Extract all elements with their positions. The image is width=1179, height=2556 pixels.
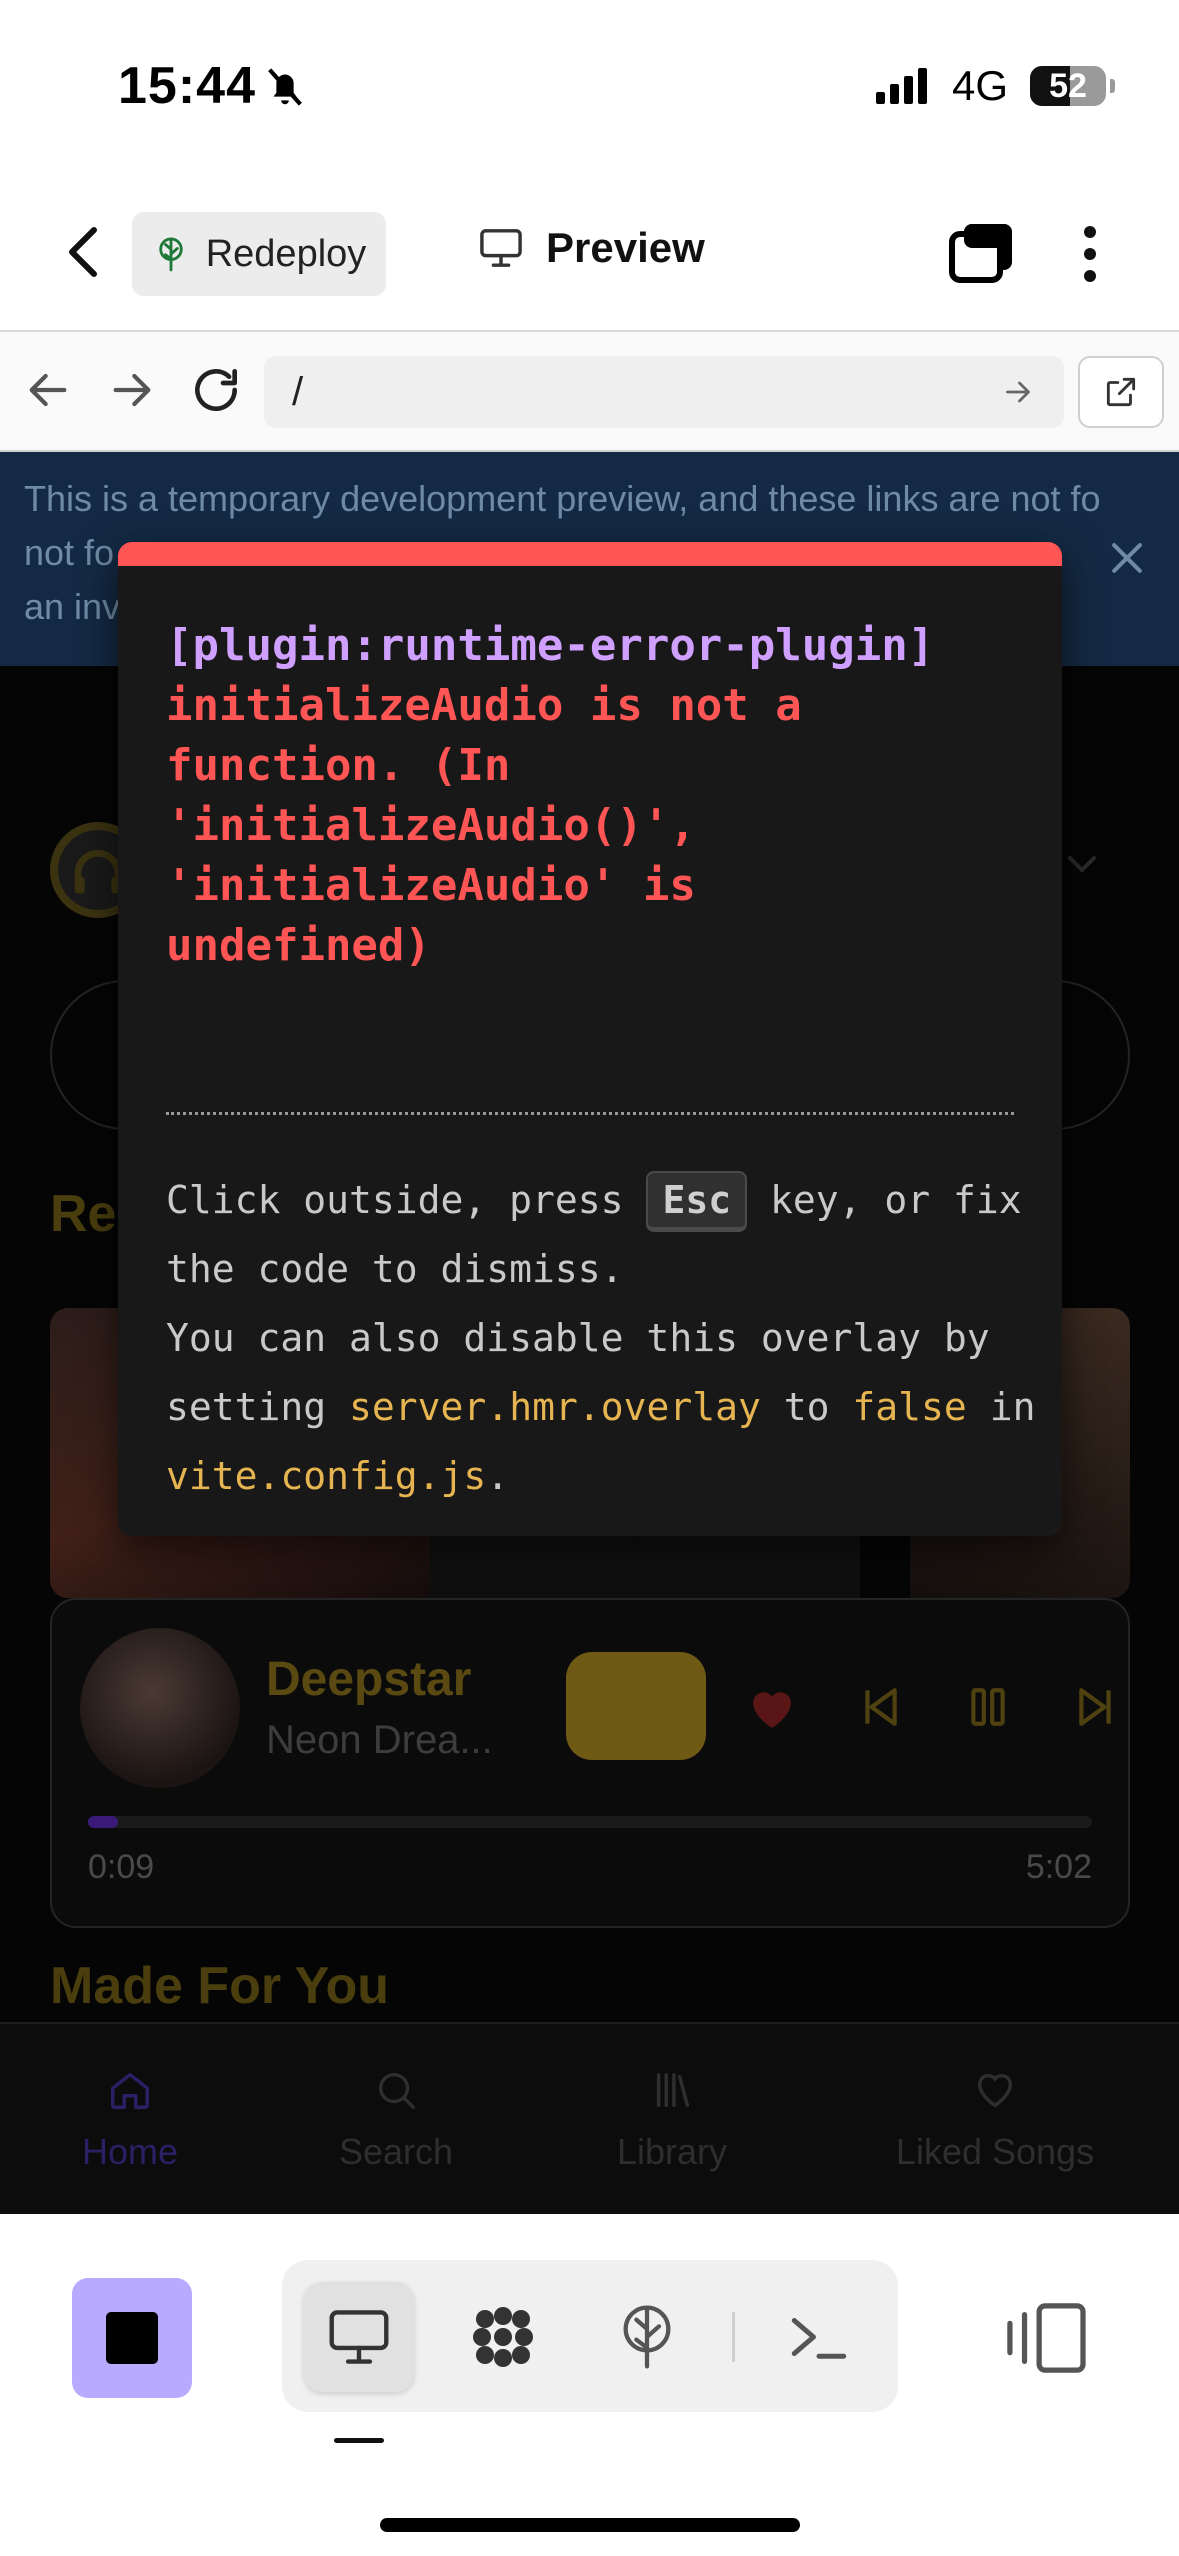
tab-label: Search: [338, 2131, 454, 2172]
tabs-switcher-icon[interactable]: [948, 222, 1018, 284]
forward-arrow-icon[interactable]: [104, 362, 160, 418]
config-key: server.hmr.overlay: [349, 1385, 761, 1429]
pause-icon[interactable]: [962, 1684, 1014, 1730]
stop-icon: [106, 2312, 158, 2364]
play-tile-button[interactable]: [566, 1652, 706, 1760]
back-arrow-icon[interactable]: [20, 362, 76, 418]
open-external-button[interactable]: [1078, 356, 1164, 428]
more-options-icon[interactable]: [1070, 224, 1110, 284]
heart-outline-icon: [977, 2073, 1013, 2108]
battery-cap: [1110, 79, 1115, 93]
tab-home[interactable]: Home: [30, 2024, 230, 2214]
signal-icon: [875, 68, 927, 104]
redeploy-button[interactable]: Redeploy: [132, 212, 386, 296]
deploy-tree-icon: [623, 2305, 671, 2369]
preview-label: Preview: [546, 224, 705, 271]
tab-library[interactable]: Library: [572, 2024, 772, 2214]
skip-next-icon[interactable]: [1070, 1684, 1122, 1730]
terminal-tool-button[interactable]: [764, 2282, 874, 2392]
tab-search[interactable]: Search: [296, 2024, 496, 2214]
error-divider: [166, 1112, 1014, 1115]
error-message: initializeAudio is not a function. (In '…: [166, 680, 802, 971]
error-overlay[interactable]: [plugin:runtime-error-plugin] initialize…: [118, 542, 1062, 1536]
total-time: 5:02: [1025, 1848, 1092, 1886]
carrier-label: 4G: [951, 62, 1008, 109]
progress-fill: [88, 1816, 119, 1828]
reload-icon[interactable]: [188, 362, 244, 418]
tab-label: Liked Songs: [895, 2131, 1095, 2172]
bell-off-icon: [262, 64, 308, 110]
banner-line-1: This is a temporary development preview,…: [24, 478, 1101, 519]
deploy-tool-button[interactable]: [592, 2282, 702, 2392]
tip-text: to: [783, 1385, 830, 1429]
made-for-you-heading: Made For You: [50, 1957, 389, 2015]
esc-key-badge: Esc: [646, 1171, 748, 1232]
track-artist: Neon Drea...: [266, 1718, 493, 1762]
active-tool-indicator: [334, 2438, 384, 2443]
error-plugin-name: [plugin:runtime-error-plugin]: [166, 620, 935, 671]
nodes-icon: [473, 2307, 533, 2367]
track-title: Deepstar: [266, 1653, 472, 1706]
external-link-icon: [1106, 377, 1136, 407]
home-icon: [111, 2072, 149, 2109]
skip-previous-icon[interactable]: [854, 1684, 906, 1730]
heart-icon[interactable]: [746, 1684, 798, 1730]
progress-slider[interactable]: [88, 1816, 1092, 1828]
status-time: 15:44: [118, 57, 256, 115]
now-playing-bar: Deepstar Neon Drea... 0:09 5:02: [50, 1598, 1130, 1928]
battery-level: 52: [1049, 66, 1087, 105]
preview-tool-button[interactable]: [304, 2282, 414, 2392]
tip-text: Click outside, press: [166, 1178, 624, 1222]
tab-label: Library: [616, 2131, 728, 2172]
library-icon: [656, 2072, 690, 2108]
tab-label: Home: [81, 2131, 179, 2172]
preview-tab[interactable]: Preview: [478, 224, 705, 272]
current-time: 0:09: [88, 1848, 155, 1886]
config-file: vite.config.js: [166, 1454, 487, 1498]
toolbar-separator: [732, 2312, 735, 2362]
battery-icon: 52: [1030, 66, 1106, 106]
banner-close-icon[interactable]: [1105, 536, 1149, 580]
status-indicators: 4G 52: [875, 62, 1115, 110]
error-tip: Click outside, press Esc key, or fix the…: [166, 1166, 1046, 1511]
deploy-tree-icon: [159, 237, 183, 272]
config-value: false: [852, 1385, 967, 1429]
back-chevron-icon[interactable]: [60, 222, 110, 282]
terminal-icon: [791, 2318, 847, 2359]
url-input[interactable]: /: [264, 356, 1064, 428]
monitor-icon: [480, 229, 522, 267]
tip-text: in: [989, 1385, 1036, 1429]
recent-heading: Re: [50, 1185, 117, 1243]
monitor-icon: [329, 2310, 389, 2364]
search-icon: [378, 2072, 415, 2109]
url-text: /: [292, 369, 304, 414]
redeploy-label: Redeploy: [205, 232, 367, 275]
home-indicator: [380, 2518, 800, 2532]
page-tab-bar: Home Search Library Liked Songs: [0, 2022, 1179, 2214]
tip-text: .: [486, 1454, 510, 1498]
chevron-down-icon[interactable]: [1062, 850, 1102, 880]
tab-liked-songs[interactable]: Liked Songs: [860, 2024, 1130, 2214]
stop-button[interactable]: [72, 2278, 192, 2398]
go-arrow-icon[interactable]: [1000, 374, 1036, 410]
layout-toggle-icon[interactable]: [1000, 2300, 1090, 2376]
workflow-tool-button[interactable]: [448, 2282, 558, 2392]
album-art: [80, 1628, 240, 1788]
